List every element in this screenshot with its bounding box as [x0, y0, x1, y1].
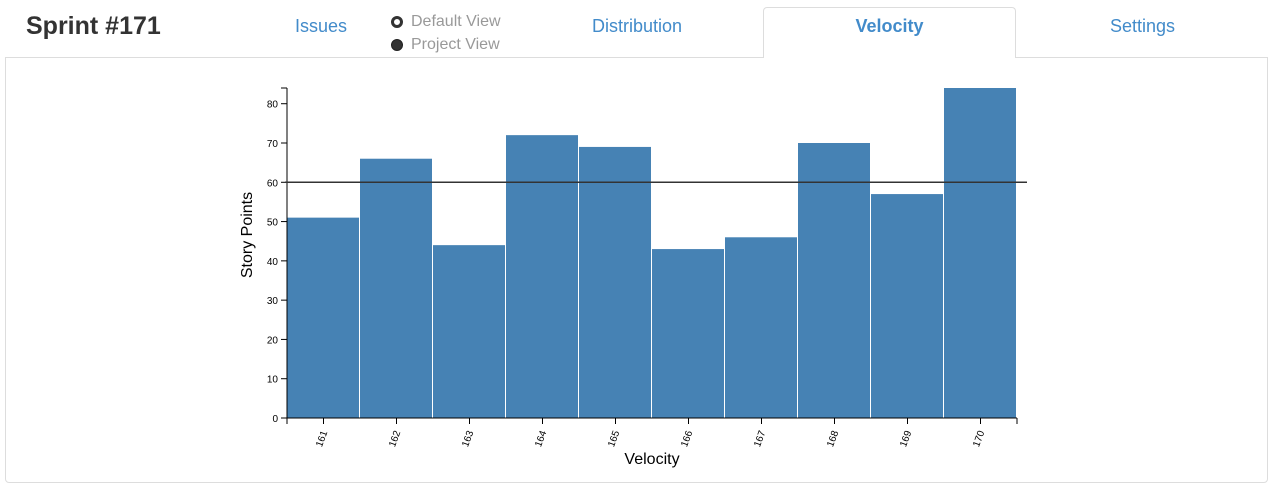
- y-tick-label: 20: [267, 335, 279, 346]
- bar-163: [433, 245, 505, 418]
- x-tick-label: 165: [606, 429, 622, 449]
- bar-170: [944, 88, 1016, 418]
- x-tick-label: 166: [679, 429, 695, 449]
- bar-164: [506, 135, 578, 418]
- view-selector: Default View Project View: [391, 10, 501, 56]
- y-tick-label: 80: [267, 100, 279, 111]
- bar-169: [871, 194, 943, 418]
- x-tick-label: 161: [314, 429, 330, 449]
- velocity-chart: 0 10 20 30 40 50 60 70 80 161 162 163 164 165 166 167 16…: [239, 87, 1027, 468]
- y-tick-label: 10: [267, 375, 279, 386]
- bar-168: [798, 143, 870, 418]
- project-view-label: Project View: [411, 35, 500, 53]
- y-axis-label: Story Points: [239, 192, 256, 278]
- project-view-option[interactable]: Project View: [391, 33, 501, 56]
- x-axis-label: Velocity: [624, 451, 679, 468]
- tab-settings[interactable]: Settings: [1040, 8, 1245, 56]
- default-view-option[interactable]: Default View: [391, 10, 501, 33]
- y-tick-label: 70: [267, 139, 279, 150]
- bar-167: [725, 237, 797, 418]
- x-tick-label: 168: [825, 429, 841, 449]
- x-tick-label: 163: [460, 429, 476, 449]
- tab-distribution[interactable]: Distribution: [572, 8, 702, 56]
- bar-161: [287, 217, 359, 418]
- page-title: Sprint #171: [26, 12, 161, 40]
- default-view-label: Default View: [411, 12, 501, 30]
- x-tick-label: 167: [752, 429, 768, 449]
- x-tick-label: 170: [971, 429, 987, 449]
- radio-selected-icon[interactable]: [391, 15, 403, 28]
- bar-165: [579, 146, 651, 418]
- x-tick-label: 169: [898, 429, 914, 449]
- y-tick-label: 30: [267, 296, 279, 307]
- bar-162: [360, 158, 432, 418]
- y-tick-label: 50: [267, 218, 279, 229]
- y-tick-label: 60: [267, 178, 279, 189]
- tab-issues[interactable]: Issues: [256, 8, 386, 56]
- y-tick-label: 0: [272, 414, 278, 425]
- x-tick-label: 164: [533, 429, 549, 449]
- tab-velocity[interactable]: Velocity: [763, 7, 1016, 58]
- bars-layer: [287, 88, 1016, 418]
- velocity-panel: 0 10 20 30 40 50 60 70 80 161 162 163 164 165 166 167 16…: [5, 57, 1268, 483]
- x-tick-label: 162: [387, 429, 403, 449]
- bar-166: [652, 249, 724, 418]
- y-tick-label: 40: [267, 257, 279, 268]
- radio-unselected-icon[interactable]: [391, 38, 403, 51]
